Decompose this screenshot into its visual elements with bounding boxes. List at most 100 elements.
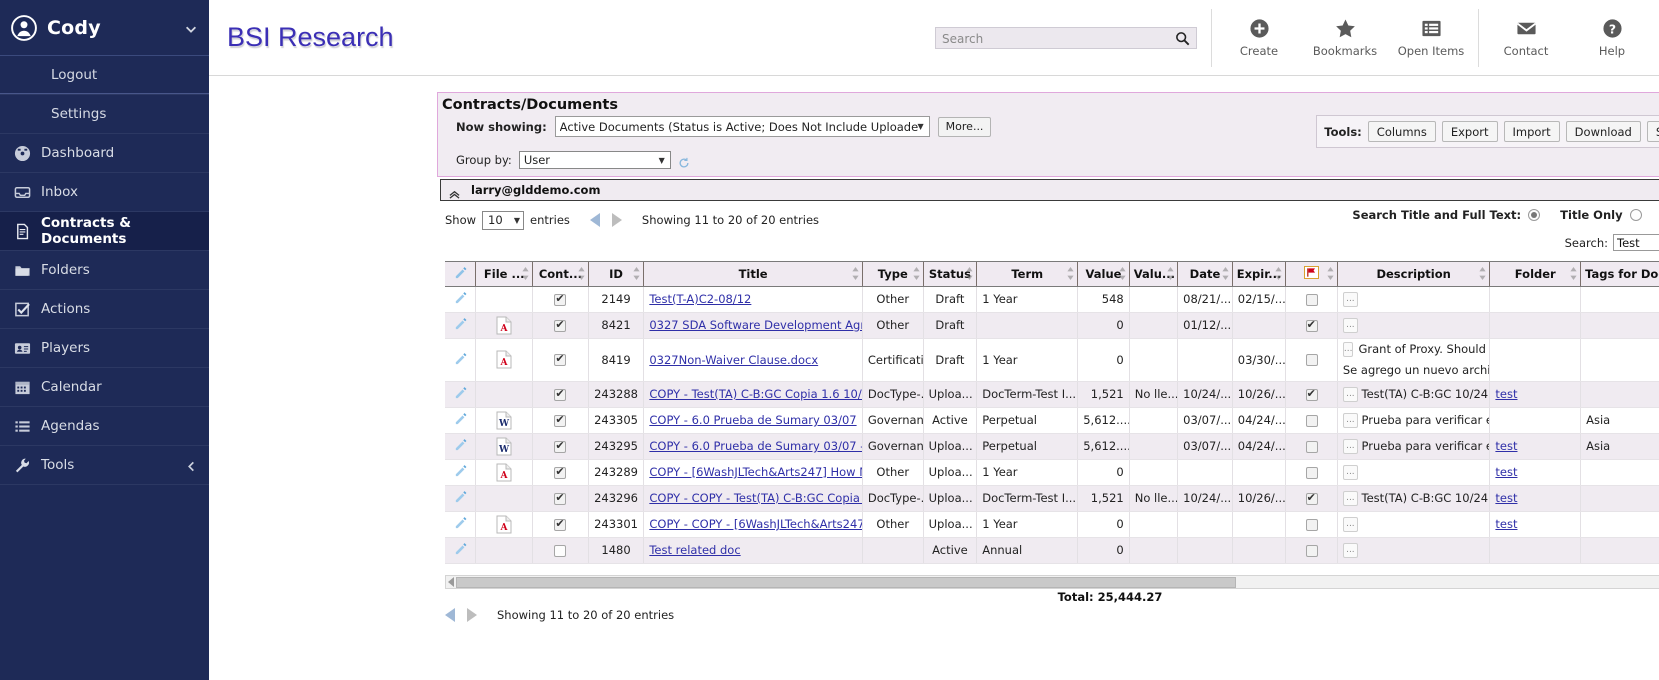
cell-folder[interactable]	[1490, 312, 1581, 338]
sidebar-item-inbox[interactable]: Inbox	[0, 172, 209, 211]
cell-title[interactable]: COPY - COPY - [6WashJLTech&Arts247] ...	[644, 511, 862, 537]
column-header-valu[interactable]: Valu...	[1129, 262, 1177, 286]
cell-file[interactable]: A	[476, 338, 533, 381]
cell-description[interactable]: ...	[1337, 511, 1490, 537]
column-header-flag[interactable]	[1286, 262, 1338, 286]
cell-contract[interactable]	[533, 511, 589, 537]
table-row[interactable]: A84210327 SDA Software Development Agree…	[445, 312, 1659, 338]
prev-page-icon[interactable]	[590, 213, 600, 227]
column-header-value[interactable]: Value	[1078, 262, 1130, 286]
column-header-status[interactable]: Status	[923, 262, 977, 286]
sort-arrows-icon[interactable]	[522, 267, 529, 280]
contact-button[interactable]: Contact	[1483, 18, 1569, 58]
cell-contract[interactable]	[533, 537, 589, 563]
refresh-icon[interactable]	[678, 154, 690, 166]
cell-description[interactable]: ...Grant of Proxy. Should thSe agrego un…	[1337, 338, 1490, 381]
sidebar-item-agendas[interactable]: Agendas	[0, 406, 209, 445]
column-header-date[interactable]: Date	[1178, 262, 1233, 286]
sort-arrows-icon[interactable]	[1067, 267, 1074, 280]
row-edit-icon[interactable]	[454, 352, 467, 365]
column-header-folder[interactable]: Folder	[1490, 262, 1581, 286]
scrollbar-thumb[interactable]	[456, 577, 1236, 588]
row-edit-icon[interactable]	[454, 386, 467, 399]
flag-checkbox[interactable]	[1306, 389, 1318, 401]
cell-folder[interactable]	[1490, 407, 1581, 433]
sidebar-item-contracts-documents[interactable]: Contracts & Documents	[0, 211, 209, 250]
cell-flag[interactable]	[1286, 537, 1338, 563]
column-header-file[interactable]: File ...	[476, 262, 533, 286]
expand-description-icon[interactable]: ...	[1343, 318, 1358, 333]
more-button[interactable]: More...	[938, 117, 992, 137]
flag-checkbox[interactable]	[1306, 545, 1318, 557]
import-button[interactable]: Import	[1504, 121, 1560, 142]
cell-file[interactable]	[476, 286, 533, 312]
table-row[interactable]: 243296COPY - COPY - Test(TA) C-B:GC Copi…	[445, 485, 1659, 511]
sort-arrows-icon[interactable]	[1479, 267, 1486, 280]
word-file-icon[interactable]: W	[496, 411, 512, 430]
download-button[interactable]: Download	[1566, 121, 1641, 142]
cell-edit[interactable]	[445, 459, 476, 485]
cell-contract[interactable]	[533, 407, 589, 433]
cell-title[interactable]: Test(T-A)C2-08/12	[644, 286, 862, 312]
global-search[interactable]	[935, 27, 1197, 49]
cell-flag[interactable]	[1286, 407, 1338, 433]
table-row[interactable]: 243288COPY - Test(TA) C-B:GC Copia 1.6 1…	[445, 381, 1659, 407]
cell-edit[interactable]	[445, 433, 476, 459]
cell-description[interactable]: ...	[1337, 286, 1490, 312]
cell-folder[interactable]: test	[1490, 511, 1581, 537]
export-button[interactable]: Export	[1442, 121, 1498, 142]
cell-title[interactable]: COPY - 6.0 Prueba de Sumary 03/07 - j...	[644, 433, 862, 459]
cell-description[interactable]: ... Test(TA) C-B:GC 10/24=	[1337, 485, 1490, 511]
cell-file[interactable]: A	[476, 312, 533, 338]
chevron-left-icon[interactable]	[186, 460, 197, 471]
cell-title[interactable]: COPY - COPY - Test(TA) C-B:GC Copia ...	[644, 485, 862, 511]
cell-contract[interactable]	[533, 381, 589, 407]
column-header-expir[interactable]: Expir...	[1232, 262, 1286, 286]
cell-file[interactable]	[476, 485, 533, 511]
cell-edit[interactable]	[445, 312, 476, 338]
column-header-id[interactable]: ID	[588, 262, 644, 286]
cell-title[interactable]: Test related doc	[644, 537, 862, 563]
cell-title[interactable]: 0327 SDA Software Development Agree...	[644, 312, 862, 338]
table-row[interactable]: W243305COPY - 6.0 Prueba de Sumary 03/07…	[445, 407, 1659, 433]
sort-arrows-icon[interactable]	[1570, 267, 1577, 280]
table-row[interactable]: 2149Test(T-A)C2-08/12OtherDraft1 Year548…	[445, 286, 1659, 312]
cell-file[interactable]: A	[476, 511, 533, 537]
cell-file[interactable]: W	[476, 407, 533, 433]
contract-checkbox[interactable]	[554, 354, 566, 366]
cell-edit[interactable]	[445, 485, 476, 511]
column-header-cont[interactable]: Cont...	[533, 262, 589, 286]
sort-arrows-icon[interactable]	[852, 267, 859, 280]
expand-description-icon[interactable]: ...	[1343, 543, 1358, 558]
horizontal-scrollbar[interactable]	[445, 575, 1659, 589]
now-showing-select[interactable]: Active Documents (Status is Active; Does…	[555, 116, 930, 137]
prev-page-icon[interactable]	[445, 608, 455, 622]
document-title-link[interactable]: Test related doc	[649, 543, 740, 557]
cell-flag[interactable]	[1286, 459, 1338, 485]
cell-folder[interactable]	[1490, 286, 1581, 312]
expand-description-icon[interactable]: ...	[1343, 491, 1358, 506]
cell-description[interactable]: ... Prueba para verificar el Su	[1337, 407, 1490, 433]
row-edit-icon[interactable]	[454, 291, 467, 304]
search-input[interactable]	[936, 29, 1166, 49]
row-edit-icon[interactable]	[454, 490, 467, 503]
document-title-link[interactable]: COPY - 6.0 Prueba de Sumary 03/07 - j...	[649, 439, 862, 453]
cell-folder[interactable]: test	[1490, 381, 1581, 407]
sidebar-item-settings[interactable]: Settings	[0, 94, 209, 133]
sort-arrows-icon[interactable]	[1222, 267, 1229, 280]
cell-flag[interactable]	[1286, 381, 1338, 407]
sidebar-user-menu[interactable]: Cody	[0, 0, 209, 55]
document-title-link[interactable]: COPY - [6WashJLTech&Arts247] How Mu...	[649, 465, 862, 479]
next-page-icon[interactable]	[467, 608, 477, 622]
contract-checkbox[interactable]	[554, 441, 566, 453]
expand-description-icon[interactable]: ...	[1343, 387, 1358, 402]
cell-file[interactable]: W	[476, 433, 533, 459]
contract-checkbox[interactable]	[554, 320, 566, 332]
title-only-radio[interactable]	[1630, 209, 1642, 221]
document-title-link[interactable]: Test(T-A)C2-08/12	[649, 292, 751, 306]
table-row[interactable]: 1480Test related docActiveAnnual0... 03/…	[445, 537, 1659, 563]
table-row[interactable]: A84190327Non-Waiver Clause.docxCertifica…	[445, 338, 1659, 381]
folder-link[interactable]: test	[1495, 439, 1517, 453]
cell-contract[interactable]	[533, 459, 589, 485]
expand-description-icon[interactable]: ...	[1343, 439, 1358, 454]
